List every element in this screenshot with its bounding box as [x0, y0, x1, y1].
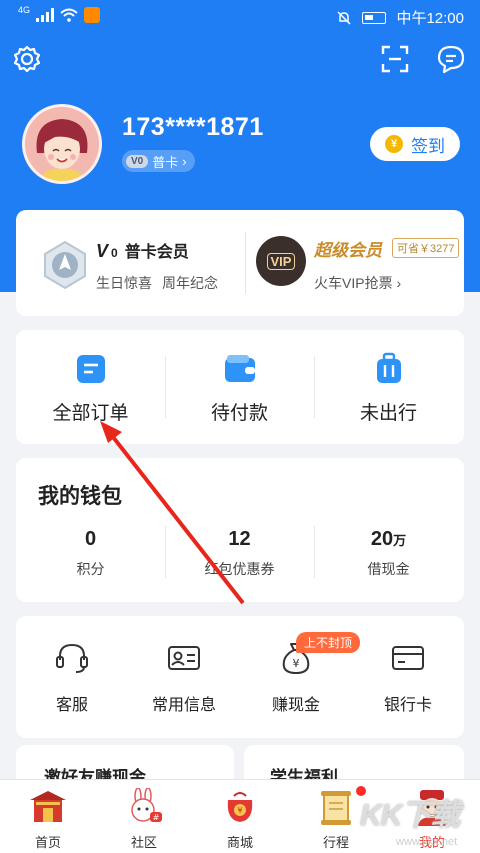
- points-item[interactable]: 0 积分: [16, 528, 165, 579]
- wifi-icon: [60, 8, 78, 22]
- tab-community-label: 社区: [130, 835, 157, 850]
- vip-crown-icon: VIP: [256, 236, 306, 286]
- cash-loan-label: 借现金: [367, 561, 410, 577]
- coupons-value: 12: [228, 528, 251, 550]
- customer-service-label: 客服: [55, 697, 88, 714]
- avatar[interactable]: [22, 104, 102, 184]
- all-orders-button[interactable]: 全部订单: [16, 330, 165, 444]
- super-member-title: 超级会员: [314, 241, 382, 260]
- svg-text:#: #: [153, 813, 160, 822]
- signal-icon: [36, 8, 55, 22]
- mute-bell-icon: [337, 10, 351, 25]
- trip-scroll-icon: [321, 791, 351, 825]
- services-card: 客服 常用信息 ¥ 赚现金 上不封顶 银行卡: [16, 616, 464, 738]
- tab-shop-label: 商城: [226, 835, 253, 850]
- coin-icon: ¥: [385, 135, 403, 153]
- basic-member-section[interactable]: V 0 普卡会员 生日惊喜 周年纪念: [16, 210, 246, 316]
- coupons-item[interactable]: 12 红包优惠券: [165, 528, 314, 579]
- battery-icon: [362, 11, 387, 24]
- upcoming-trips-label: 未出行: [359, 403, 417, 424]
- cash-loan-value: 20万: [370, 528, 407, 550]
- status-bar: 4G 中午12:00: [0, 0, 480, 34]
- points-value: 0: [84, 528, 97, 550]
- basic-member-title: V 0 普卡会员: [96, 241, 189, 261]
- wallet-card: 我的钱包 0 积分 12 红包优惠券 20万 借现金: [16, 458, 464, 602]
- super-member-section[interactable]: VIP 超级会员 可省￥3277 火车VIP抢票 ›: [246, 210, 464, 316]
- gear-icon: [13, 45, 41, 73]
- upcoming-trips-button[interactable]: 未出行: [314, 330, 463, 444]
- super-member-subtitle: 火车VIP抢票 ›: [314, 275, 402, 291]
- tab-community[interactable]: # 社区: [96, 780, 192, 853]
- notification-app-icon: [84, 7, 101, 23]
- message-icon: [437, 45, 465, 74]
- svg-text:¥: ¥: [237, 806, 242, 815]
- community-rabbit-icon: #: [131, 788, 162, 822]
- tab-shop[interactable]: ¥ 商城: [192, 780, 288, 853]
- tab-trips-label: 行程: [322, 835, 349, 850]
- network-type: 4G: [18, 5, 31, 15]
- all-orders-label: 全部订单: [52, 403, 129, 424]
- headset-icon: [56, 643, 88, 673]
- id-card-icon: [168, 646, 200, 670]
- avatar-illustration: [25, 107, 99, 181]
- scan-button[interactable]: [378, 42, 412, 76]
- bank-card-label: 银行卡: [383, 697, 432, 714]
- orders-card: 全部订单 待付款 未出行: [16, 330, 464, 444]
- wallet-icon: [224, 355, 255, 382]
- cash-loan-item[interactable]: 20万 借现金: [314, 528, 463, 579]
- tab-home[interactable]: 首页: [0, 780, 96, 853]
- pending-payment-label: 待付款: [210, 403, 268, 424]
- home-gate-icon: [30, 791, 66, 822]
- clock: 中午12:00: [396, 10, 464, 27]
- shop-bag-icon: ¥: [227, 792, 253, 822]
- member-level-pill[interactable]: V0 普卡 ›: [122, 150, 195, 172]
- customer-service-button[interactable]: 客服: [16, 616, 128, 738]
- pending-payment-button[interactable]: 待付款: [165, 330, 314, 444]
- watermark-logo: KK下载: [360, 799, 460, 832]
- message-button[interactable]: [434, 42, 468, 76]
- tab-home-label: 首页: [34, 835, 61, 850]
- luggage-icon: [376, 352, 401, 383]
- checkin-label: 签到: [411, 136, 445, 156]
- earn-cash-label: 赚现金: [271, 697, 320, 714]
- level-label: 普卡: [152, 154, 179, 170]
- hot-promo-tag: 上不封顶: [296, 632, 361, 653]
- watermark-url: www.kkx.net: [396, 836, 458, 848]
- scan-icon: [381, 45, 409, 73]
- points-label: 积分: [76, 561, 105, 577]
- settings-button[interactable]: [10, 42, 44, 76]
- level-badge: V0: [126, 154, 149, 168]
- membership-card: V 0 普卡会员 生日惊喜 周年纪念 VIP 超级会员 可省￥3277 火车VI…: [16, 210, 464, 316]
- member-badge-icon: [44, 240, 86, 290]
- coupons-label: 红包优惠券: [204, 561, 275, 577]
- bank-card-button[interactable]: 银行卡: [352, 616, 464, 738]
- chevron-right-icon: ›: [182, 153, 187, 169]
- wallet-title: 我的钱包: [38, 485, 122, 508]
- phone-number: 173****1871: [122, 113, 264, 141]
- frequent-info-label: 常用信息: [151, 697, 216, 714]
- bank-card-icon: [392, 646, 424, 670]
- save-amount-tag: 可省￥3277: [392, 238, 460, 258]
- all-orders-icon: [76, 355, 105, 383]
- checkin-button[interactable]: ¥ 签到: [370, 127, 460, 161]
- svg-text:¥: ¥: [293, 657, 300, 670]
- frequent-info-button[interactable]: 常用信息: [128, 616, 240, 738]
- basic-member-perks: 生日惊喜 周年纪念: [96, 275, 218, 291]
